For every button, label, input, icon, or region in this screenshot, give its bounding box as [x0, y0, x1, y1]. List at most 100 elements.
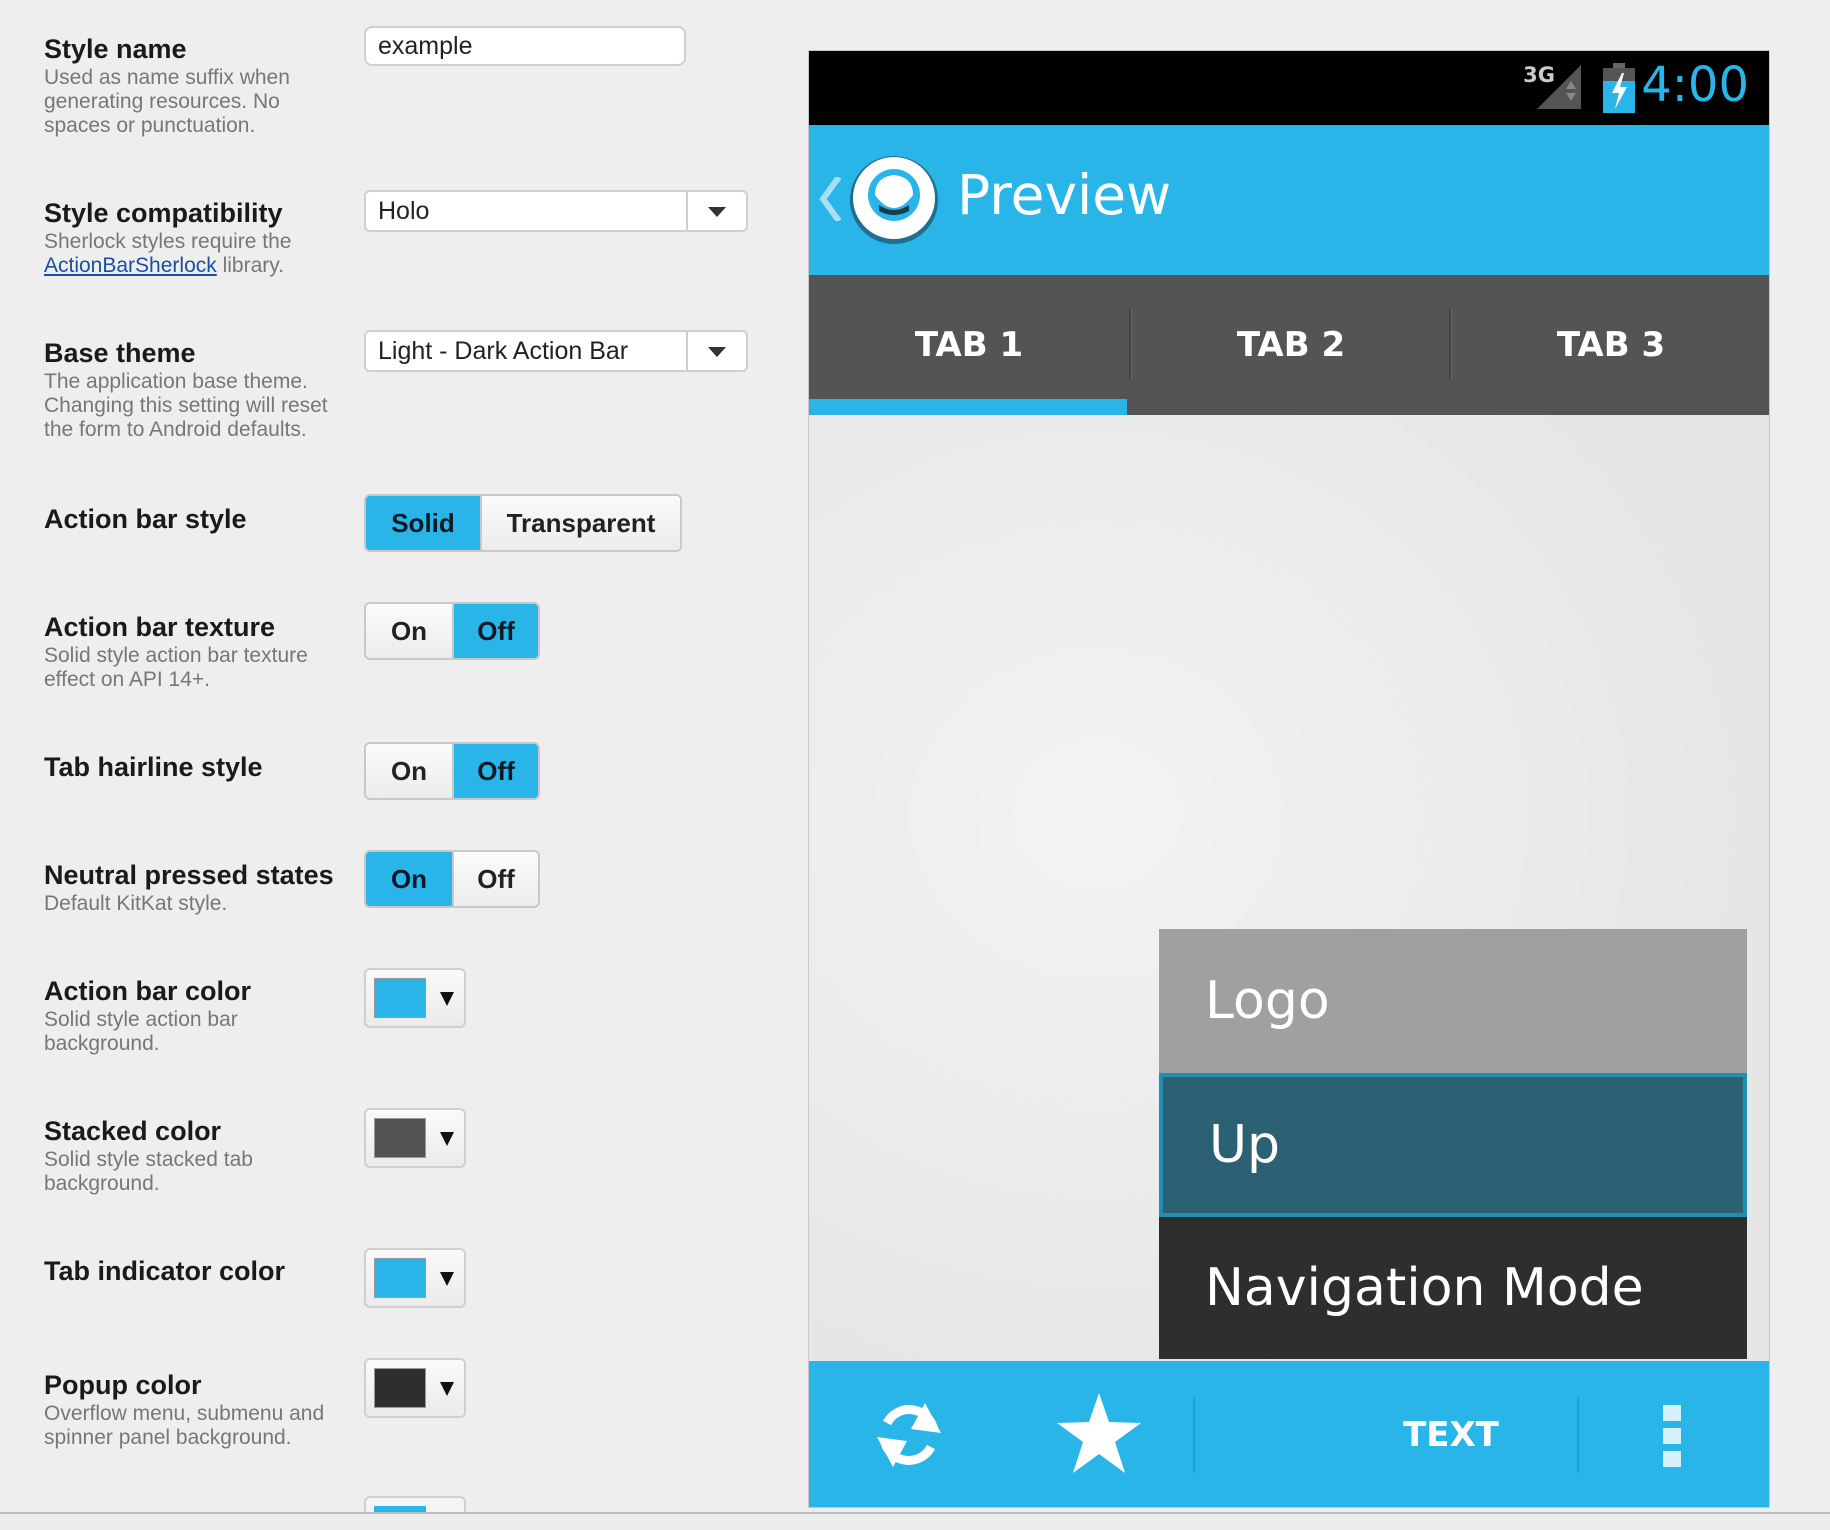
popup-color-control: [364, 1358, 466, 1418]
tab-3[interactable]: TAB 3: [1451, 275, 1769, 415]
star-icon[interactable]: [1057, 1393, 1141, 1473]
label-group: Popup color Overflow menu, submenu and s…: [44, 1370, 344, 1450]
neutral-pressed-toggle: On Off: [364, 850, 540, 908]
action-bar-style-toggle: Solid Transparent: [364, 494, 682, 552]
select-value: Light - Dark Action Bar: [378, 337, 629, 365]
desc-text: Sherlock styles require the: [44, 230, 292, 253]
label-group: Action bar style: [44, 504, 344, 534]
caret-down-icon: [440, 1132, 454, 1146]
next-color-picker-partial[interactable]: [364, 1496, 466, 1514]
action-bar-color-picker[interactable]: [364, 968, 466, 1028]
signal-icon: [1537, 65, 1581, 109]
split-action-bar: TEXT: [809, 1361, 1769, 1507]
action-bar-texture-control: On Off: [364, 602, 540, 660]
popup-item-up[interactable]: Up: [1159, 1073, 1747, 1217]
tab-hairline-control: On Off: [364, 742, 540, 800]
label-group: Base theme The application base theme. C…: [44, 338, 344, 442]
base-theme-control: Light - Dark Action Bar: [364, 330, 748, 372]
label-group: Neutral pressed states Default KitKat st…: [44, 860, 344, 916]
action-bar-texture-desc: Solid style action bar texture effect on…: [44, 644, 308, 691]
logo-icon[interactable]: [849, 155, 939, 245]
base-theme-desc: The application base theme. Changing thi…: [44, 370, 328, 441]
caret-down-icon: [440, 992, 454, 1006]
tab-indicator-color-picker[interactable]: [364, 1248, 466, 1308]
popup-item-logo[interactable]: Logo: [1159, 929, 1747, 1073]
popup-menu: Logo Up Navigation Mode: [1159, 929, 1747, 1359]
popup-color-picker[interactable]: [364, 1358, 466, 1418]
label-group: Action bar color Solid style action bar …: [44, 976, 344, 1056]
solid-option[interactable]: Solid: [366, 496, 480, 550]
label-group: Style compatibility Sherlock styles requ…: [44, 198, 344, 278]
tab-indicator-color-label: Tab indicator color: [44, 1256, 286, 1286]
action-bar: Preview: [809, 125, 1769, 275]
tab-2[interactable]: TAB 2: [1131, 275, 1451, 415]
base-theme-select[interactable]: Light - Dark Action Bar: [364, 330, 748, 372]
stacked-color-label: Stacked color: [44, 1116, 222, 1146]
style-name-control: example: [364, 26, 686, 66]
style-compat-select[interactable]: Holo: [364, 190, 748, 232]
tab-hairline-toggle: On Off: [364, 742, 540, 800]
tab-1[interactable]: TAB 1: [809, 275, 1129, 415]
off-option[interactable]: Off: [452, 604, 538, 658]
label-group: Stacked color Solid style stacked tab ba…: [44, 1116, 344, 1196]
split-divider: [1577, 1397, 1579, 1473]
action-bar-style-control: Solid Transparent: [364, 494, 682, 552]
off-option[interactable]: Off: [452, 744, 538, 798]
action-bar-color-control: [364, 968, 466, 1028]
tab-hairline-label: Tab hairline style: [44, 752, 263, 782]
neutral-pressed-desc: Default KitKat style.: [44, 892, 228, 915]
transparent-option[interactable]: Transparent: [480, 496, 680, 550]
select-value: Holo: [378, 197, 430, 225]
color-swatch: [374, 1118, 426, 1158]
style-name-label: Style name: [44, 34, 187, 64]
color-swatch: [374, 978, 426, 1018]
split-divider: [1193, 1397, 1195, 1473]
dropdown-button[interactable]: [686, 192, 746, 230]
preview-panel: 3G 4:00 Preview TAB 1 TAB 2 TAB 3 Logo U…: [808, 50, 1770, 1508]
base-theme-label: Base theme: [44, 338, 196, 368]
color-swatch: [374, 1258, 426, 1298]
on-option[interactable]: On: [366, 604, 452, 658]
caret-down-icon: [440, 1272, 454, 1286]
action-bar-color-label: Action bar color: [44, 976, 252, 1006]
neutral-pressed-label: Neutral pressed states: [44, 860, 334, 890]
style-compat-control: Holo: [364, 190, 748, 232]
action-bar-texture-label: Action bar texture: [44, 612, 276, 642]
label-group: Action bar texture Solid style action ba…: [44, 612, 344, 692]
stacked-color-picker[interactable]: [364, 1108, 466, 1168]
style-name-input[interactable]: example: [364, 26, 686, 66]
on-option[interactable]: On: [366, 744, 452, 798]
style-compat-label: Style compatibility: [44, 198, 283, 228]
clock: 4:00: [1641, 57, 1749, 113]
label-group: Tab hairline style: [44, 752, 344, 782]
popup-item-navigation-mode[interactable]: Navigation Mode: [1159, 1217, 1747, 1359]
popup-color-desc: Overflow menu, submenu and spinner panel…: [44, 1402, 325, 1449]
tab-indicator: [809, 399, 1127, 415]
dropdown-button[interactable]: [686, 332, 746, 370]
caret-down-icon: [440, 1382, 454, 1396]
style-compat-desc: Sherlock styles require the ActionBarShe…: [44, 230, 344, 278]
caret-down-icon: [708, 207, 726, 217]
caret-down-icon: [708, 347, 726, 357]
on-option[interactable]: On: [366, 852, 452, 906]
color-swatch: [374, 1368, 426, 1408]
window-bottom-edge: [0, 1512, 1830, 1530]
action-bar-color-desc: Solid style action bar background.: [44, 1008, 238, 1055]
tab-strip: TAB 1 TAB 2 TAB 3: [809, 275, 1769, 415]
label-group: Style name Used as name suffix when gene…: [44, 34, 344, 138]
desc-text: library.: [216, 254, 285, 277]
label-group: Tab indicator color: [44, 1256, 344, 1286]
refresh-icon[interactable]: [871, 1397, 947, 1473]
style-form: Style name Used as name suffix when gene…: [0, 0, 780, 1514]
actionbarsherlock-link[interactable]: ActionBarSherlock: [44, 254, 217, 277]
overflow-icon[interactable]: [1663, 1405, 1681, 1467]
off-option[interactable]: Off: [452, 852, 538, 906]
up-caret-icon[interactable]: [819, 177, 841, 221]
stacked-color-desc: Solid style stacked tab background.: [44, 1148, 253, 1195]
status-bar: 3G 4:00: [809, 51, 1769, 125]
text-action-button[interactable]: TEXT: [1341, 1361, 1561, 1507]
battery-icon: [1603, 63, 1635, 113]
action-bar-style-label: Action bar style: [44, 504, 247, 534]
action-bar-title: Preview: [957, 163, 1172, 227]
tab-indicator-color-control: [364, 1248, 466, 1308]
